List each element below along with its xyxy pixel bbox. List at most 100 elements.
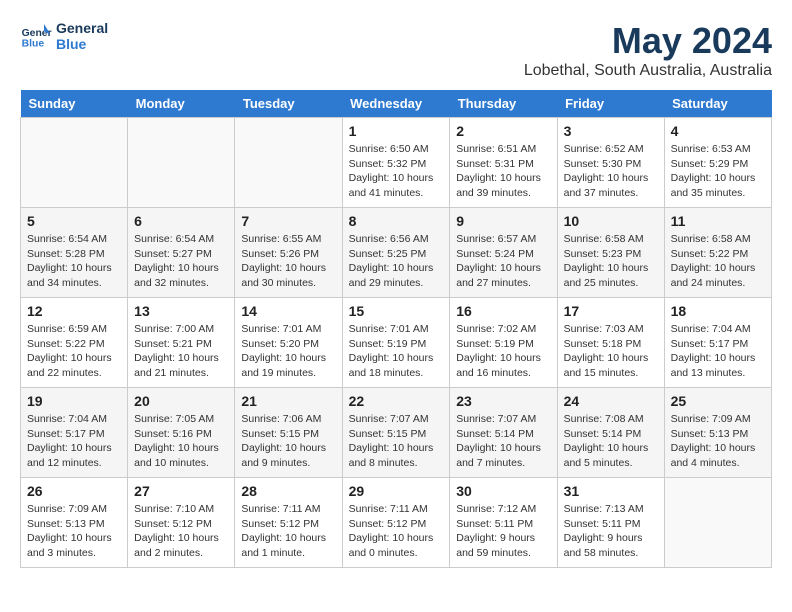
day-number: 24 xyxy=(564,393,658,409)
calendar-cell: 6 Sunrise: 6:54 AMSunset: 5:27 PMDaylight… xyxy=(128,208,235,298)
header-thursday: Thursday xyxy=(450,90,557,118)
day-info: Sunrise: 7:11 AMSunset: 5:12 PMDaylight:… xyxy=(349,502,444,561)
day-number: 18 xyxy=(671,303,765,319)
header-saturday: Saturday xyxy=(664,90,771,118)
calendar-cell: 15Sunrise: 7:01 AMSunset: 5:19 PMDayligh… xyxy=(342,298,450,388)
title-area: May 2024 Lobethal, South Australia, Aust… xyxy=(524,20,772,80)
day-info: Sunrise: 7:08 AMSunset: 5:14 PMDaylight:… xyxy=(564,412,658,471)
calendar-cell: 13Sunrise: 7:00 AMSunset: 5:21 PMDayligh… xyxy=(128,298,235,388)
day-number: 20 xyxy=(134,393,228,409)
day-info: Sunrise: 7:12 AMSunset: 5:11 PMDaylight:… xyxy=(456,502,550,561)
calendar-week-3: 12 Sunrise: 6:59 AMSunset: 5:22 PMDayligh… xyxy=(21,298,772,388)
calendar-cell: 28 Sunrise: 7:11 AMSunset: 5:12 PMDayligh… xyxy=(235,478,342,568)
calendar-header-row: SundayMondayTuesdayWednesdayThursdayFrid… xyxy=(21,90,772,118)
day-info: Sunrise: 6:54 AMSunset: 5:27 PMDaylight:… xyxy=(134,232,228,291)
day-number: 12 xyxy=(27,303,121,319)
day-number: 21 xyxy=(241,393,335,409)
day-number: 4 xyxy=(671,123,765,139)
day-info: Sunrise: 7:07 AMSunset: 5:15 PMDaylight:… xyxy=(349,412,444,471)
calendar-cell: 24 Sunrise: 7:08 AMSunset: 5:14 PMDayligh… xyxy=(557,388,664,478)
day-info: Sunrise: 6:58 AMSunset: 5:23 PMDaylight:… xyxy=(564,232,658,291)
calendar-cell xyxy=(664,478,771,568)
day-info: Sunrise: 7:04 AMSunset: 5:17 PMDaylight:… xyxy=(671,322,765,381)
day-info: Sunrise: 6:56 AMSunset: 5:25 PMDaylight:… xyxy=(349,232,444,291)
calendar-cell: 8 Sunrise: 6:56 AMSunset: 5:25 PMDaylight… xyxy=(342,208,450,298)
day-info: Sunrise: 6:50 AMSunset: 5:32 PMDaylight:… xyxy=(349,142,444,201)
calendar-cell: 22 Sunrise: 7:07 AMSunset: 5:15 PMDayligh… xyxy=(342,388,450,478)
day-number: 29 xyxy=(349,483,444,499)
day-number: 19 xyxy=(27,393,121,409)
day-number: 7 xyxy=(241,213,335,229)
day-number: 8 xyxy=(349,213,444,229)
day-number: 23 xyxy=(456,393,550,409)
calendar-cell: 16 Sunrise: 7:02 AMSunset: 5:19 PMDayligh… xyxy=(450,298,557,388)
calendar-week-1: 1 Sunrise: 6:50 AMSunset: 5:32 PMDaylight… xyxy=(21,118,772,208)
calendar-table: SundayMondayTuesdayWednesdayThursdayFrid… xyxy=(20,90,772,568)
header-friday: Friday xyxy=(557,90,664,118)
day-number: 26 xyxy=(27,483,121,499)
calendar-cell: 7 Sunrise: 6:55 AMSunset: 5:26 PMDaylight… xyxy=(235,208,342,298)
main-title: May 2024 xyxy=(524,20,772,62)
day-info: Sunrise: 7:01 AMSunset: 5:20 PMDaylight:… xyxy=(241,322,335,381)
header-monday: Monday xyxy=(128,90,235,118)
day-number: 25 xyxy=(671,393,765,409)
day-info: Sunrise: 7:03 AMSunset: 5:18 PMDaylight:… xyxy=(564,322,658,381)
calendar-cell: 9 Sunrise: 6:57 AMSunset: 5:24 PMDaylight… xyxy=(450,208,557,298)
calendar-cell: 10 Sunrise: 6:58 AMSunset: 5:23 PMDayligh… xyxy=(557,208,664,298)
day-info: Sunrise: 7:02 AMSunset: 5:19 PMDaylight:… xyxy=(456,322,550,381)
day-info: Sunrise: 6:53 AMSunset: 5:29 PMDaylight:… xyxy=(671,142,765,201)
calendar-cell: 18 Sunrise: 7:04 AMSunset: 5:17 PMDayligh… xyxy=(664,298,771,388)
day-info: Sunrise: 6:57 AMSunset: 5:24 PMDaylight:… xyxy=(456,232,550,291)
calendar-cell: 12 Sunrise: 6:59 AMSunset: 5:22 PMDayligh… xyxy=(21,298,128,388)
calendar-cell xyxy=(21,118,128,208)
svg-text:Blue: Blue xyxy=(22,38,45,49)
calendar-week-4: 19Sunrise: 7:04 AMSunset: 5:17 PMDayligh… xyxy=(21,388,772,478)
day-number: 22 xyxy=(349,393,444,409)
day-number: 6 xyxy=(134,213,228,229)
calendar-cell: 11Sunrise: 6:58 AMSunset: 5:22 PMDayligh… xyxy=(664,208,771,298)
day-info: Sunrise: 7:11 AMSunset: 5:12 PMDaylight:… xyxy=(241,502,335,561)
day-number: 27 xyxy=(134,483,228,499)
day-number: 1 xyxy=(349,123,444,139)
calendar-cell: 30Sunrise: 7:12 AMSunset: 5:11 PMDayligh… xyxy=(450,478,557,568)
day-info: Sunrise: 6:54 AMSunset: 5:28 PMDaylight:… xyxy=(27,232,121,291)
day-number: 5 xyxy=(27,213,121,229)
day-number: 10 xyxy=(564,213,658,229)
day-info: Sunrise: 7:00 AMSunset: 5:21 PMDaylight:… xyxy=(134,322,228,381)
calendar-cell: 1 Sunrise: 6:50 AMSunset: 5:32 PMDaylight… xyxy=(342,118,450,208)
logo-icon: General Blue xyxy=(20,20,52,52)
calendar-cell: 27 Sunrise: 7:10 AMSunset: 5:12 PMDayligh… xyxy=(128,478,235,568)
calendar-cell: 25Sunrise: 7:09 AMSunset: 5:13 PMDayligh… xyxy=(664,388,771,478)
day-number: 17 xyxy=(564,303,658,319)
calendar-cell: 4 Sunrise: 6:53 AMSunset: 5:29 PMDaylight… xyxy=(664,118,771,208)
day-number: 2 xyxy=(456,123,550,139)
calendar-cell: 19Sunrise: 7:04 AMSunset: 5:17 PMDayligh… xyxy=(21,388,128,478)
day-info: Sunrise: 7:05 AMSunset: 5:16 PMDaylight:… xyxy=(134,412,228,471)
calendar-cell: 29 Sunrise: 7:11 AMSunset: 5:12 PMDayligh… xyxy=(342,478,450,568)
day-info: Sunrise: 7:09 AMSunset: 5:13 PMDaylight:… xyxy=(27,502,121,561)
header-tuesday: Tuesday xyxy=(235,90,342,118)
day-info: Sunrise: 6:51 AMSunset: 5:31 PMDaylight:… xyxy=(456,142,550,201)
subtitle: Lobethal, South Australia, Australia xyxy=(524,62,772,80)
day-number: 3 xyxy=(564,123,658,139)
page-header: General Blue General Blue May 2024 Lobet… xyxy=(20,20,772,80)
calendar-week-2: 5 Sunrise: 6:54 AMSunset: 5:28 PMDaylight… xyxy=(21,208,772,298)
day-number: 9 xyxy=(456,213,550,229)
calendar-cell: 3 Sunrise: 6:52 AMSunset: 5:30 PMDaylight… xyxy=(557,118,664,208)
day-number: 31 xyxy=(564,483,658,499)
day-info: Sunrise: 7:10 AMSunset: 5:12 PMDaylight:… xyxy=(134,502,228,561)
day-info: Sunrise: 6:59 AMSunset: 5:22 PMDaylight:… xyxy=(27,322,121,381)
logo-blue: Blue xyxy=(56,36,108,52)
day-info: Sunrise: 7:06 AMSunset: 5:15 PMDaylight:… xyxy=(241,412,335,471)
day-number: 14 xyxy=(241,303,335,319)
logo-general: General xyxy=(56,20,108,36)
day-number: 28 xyxy=(241,483,335,499)
day-number: 16 xyxy=(456,303,550,319)
calendar-cell: 17 Sunrise: 7:03 AMSunset: 5:18 PMDayligh… xyxy=(557,298,664,388)
calendar-cell: 23Sunrise: 7:07 AMSunset: 5:14 PMDayligh… xyxy=(450,388,557,478)
day-info: Sunrise: 6:52 AMSunset: 5:30 PMDaylight:… xyxy=(564,142,658,201)
calendar-week-5: 26 Sunrise: 7:09 AMSunset: 5:13 PMDayligh… xyxy=(21,478,772,568)
day-info: Sunrise: 6:55 AMSunset: 5:26 PMDaylight:… xyxy=(241,232,335,291)
day-number: 15 xyxy=(349,303,444,319)
calendar-cell: 2 Sunrise: 6:51 AMSunset: 5:31 PMDaylight… xyxy=(450,118,557,208)
